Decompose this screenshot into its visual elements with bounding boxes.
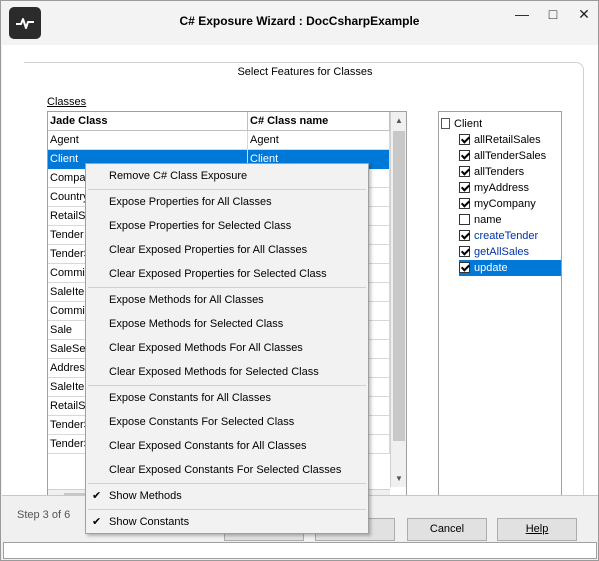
feature-checkbox[interactable] — [459, 230, 470, 241]
feature-checkbox[interactable] — [459, 182, 470, 193]
tree-item-label: update — [474, 262, 508, 274]
minimize-icon[interactable]: — — [508, 5, 536, 23]
tree-item-label: createTender — [474, 230, 539, 242]
tree-root-label: Client — [454, 118, 483, 130]
vertical-scrollbar[interactable]: ▲ ▼ — [390, 112, 406, 487]
menu-item[interactable]: Expose Methods for Selected Class — [86, 312, 368, 336]
menu-item-label: Clear Exposed Constants For Selected Cla… — [109, 464, 342, 476]
menu-item-label: Show Methods — [109, 490, 182, 502]
menu-item-label: Expose Properties for All Classes — [109, 196, 272, 208]
table-row[interactable]: Agent Agent — [48, 131, 390, 150]
tree-item-label: myCompany — [474, 198, 536, 210]
help-button[interactable]: Help — [497, 518, 577, 541]
title-bar[interactable]: C# Exposure Wizard : DocCsharpExample — … — [1, 1, 598, 45]
tree-item-label: name — [474, 214, 502, 226]
menu-item[interactable]: Clear Exposed Methods For All Classes — [86, 336, 368, 360]
checkmark-icon: ✔ — [92, 516, 102, 528]
tree-item[interactable]: myAddress — [459, 180, 561, 196]
feature-checkbox[interactable] — [459, 134, 470, 145]
tree-item[interactable]: allTenderSales — [459, 148, 561, 164]
menu-item-label: Show Constants — [109, 516, 190, 528]
menu-item[interactable]: Clear Exposed Properties for All Classes — [86, 238, 368, 262]
status-bar — [3, 542, 597, 559]
column-header-csharp-name[interactable]: C# Class name — [248, 112, 390, 131]
menu-item-label: Clear Exposed Properties for Selected Cl… — [109, 268, 327, 280]
menu-item-label: Remove C# Class Exposure — [109, 170, 248, 182]
feature-checkbox[interactable] — [459, 150, 470, 161]
tree-item-label: allRetailSales — [474, 134, 541, 146]
menu-item[interactable]: Remove C# Class Exposure — [86, 164, 368, 188]
menu-item-label: Expose Properties for Selected Class — [109, 220, 292, 232]
close-icon[interactable]: ✕ — [570, 5, 598, 23]
menu-item[interactable]: Expose Constants For Selected Class — [86, 410, 368, 434]
jade-class-cell: Agent — [48, 131, 248, 150]
grid-header: Jade Class C# Class name — [48, 112, 390, 131]
menu-item-label: Expose Methods for Selected Class — [109, 318, 284, 330]
menu-item[interactable]: Expose Properties for All Classes — [86, 190, 368, 214]
scroll-down-icon[interactable]: ▼ — [395, 474, 403, 483]
features-tree[interactable]: Client allRetailSales allTenderSales allTe… — [438, 111, 562, 505]
tree-item-label: allTenders — [474, 166, 525, 178]
menu-item-label: Clear Exposed Constants for All Classes — [109, 440, 307, 452]
tree-item[interactable]: name — [459, 212, 561, 228]
menu-item-label: Clear Exposed Methods For All Classes — [109, 342, 303, 354]
tree-item[interactable]: myCompany — [459, 196, 561, 212]
help-button-label: Help — [525, 523, 549, 535]
tree-item[interactable]: getAllSales — [459, 244, 561, 260]
feature-checkbox[interactable] — [459, 262, 470, 273]
menu-item[interactable]: Clear Exposed Properties for Selected Cl… — [86, 262, 368, 286]
classes-label: Classes — [47, 96, 86, 108]
tree-root[interactable]: Client — [441, 116, 482, 132]
menu-item-label: Clear Exposed Properties for All Classes — [109, 244, 308, 256]
menu-item[interactable]: Clear Exposed Constants for All Classes — [86, 434, 368, 458]
tree-item[interactable]: createTender — [459, 228, 561, 244]
classes-label-text: Classes — [47, 96, 87, 108]
maximize-icon[interactable]: □ — [539, 5, 567, 23]
csharp-name-cell: Agent — [248, 131, 390, 150]
menu-item-label: Expose Constants for All Classes — [109, 392, 272, 404]
menu-item[interactable]: Expose Methods for All Classes — [86, 288, 368, 312]
page-heading: Select Features for Classes — [237, 66, 373, 78]
menu-item-label: Expose Constants For Selected Class — [109, 416, 295, 428]
menu-item[interactable]: Expose Constants for All Classes — [86, 386, 368, 410]
column-header-jade-class[interactable]: Jade Class — [48, 112, 248, 131]
menu-item[interactable]: Expose Properties for Selected Class — [86, 214, 368, 238]
tree-item[interactable]: allRetailSales — [459, 132, 561, 148]
scroll-up-icon[interactable]: ▲ — [395, 116, 403, 125]
menu-item[interactable]: ✔ Show Constants — [86, 510, 368, 534]
menu-item[interactable]: ✔ Show Methods — [86, 484, 368, 508]
tree-item-label: getAllSales — [474, 246, 530, 258]
menu-item-label: Expose Methods for All Classes — [109, 294, 264, 306]
feature-checkbox[interactable] — [459, 198, 470, 209]
step-indicator: Step 3 of 6 — [17, 509, 71, 521]
tree-item[interactable]: update — [459, 260, 561, 276]
menu-item-label: Clear Exposed Methods for Selected Class — [109, 366, 319, 378]
cancel-button[interactable]: Cancel — [407, 518, 487, 541]
tree-item-label: allTenderSales — [474, 150, 547, 162]
vertical-scroll-thumb[interactable] — [393, 131, 405, 441]
feature-checkbox[interactable] — [459, 166, 470, 177]
wizard-window: C# Exposure Wizard : DocCsharpExample — … — [0, 0, 599, 561]
feature-checkbox[interactable] — [459, 214, 470, 225]
tree-item[interactable]: allTenders — [459, 164, 561, 180]
feature-checkbox[interactable] — [459, 246, 470, 257]
tree-item-label: myAddress — [474, 182, 530, 194]
context-menu: Remove C# Class Exposure Expose Propertie… — [85, 163, 369, 534]
class-node-icon — [441, 118, 450, 129]
menu-item[interactable]: Clear Exposed Constants For Selected Cla… — [86, 458, 368, 482]
checkmark-icon: ✔ — [92, 490, 102, 502]
menu-item[interactable]: Clear Exposed Methods for Selected Class — [86, 360, 368, 384]
